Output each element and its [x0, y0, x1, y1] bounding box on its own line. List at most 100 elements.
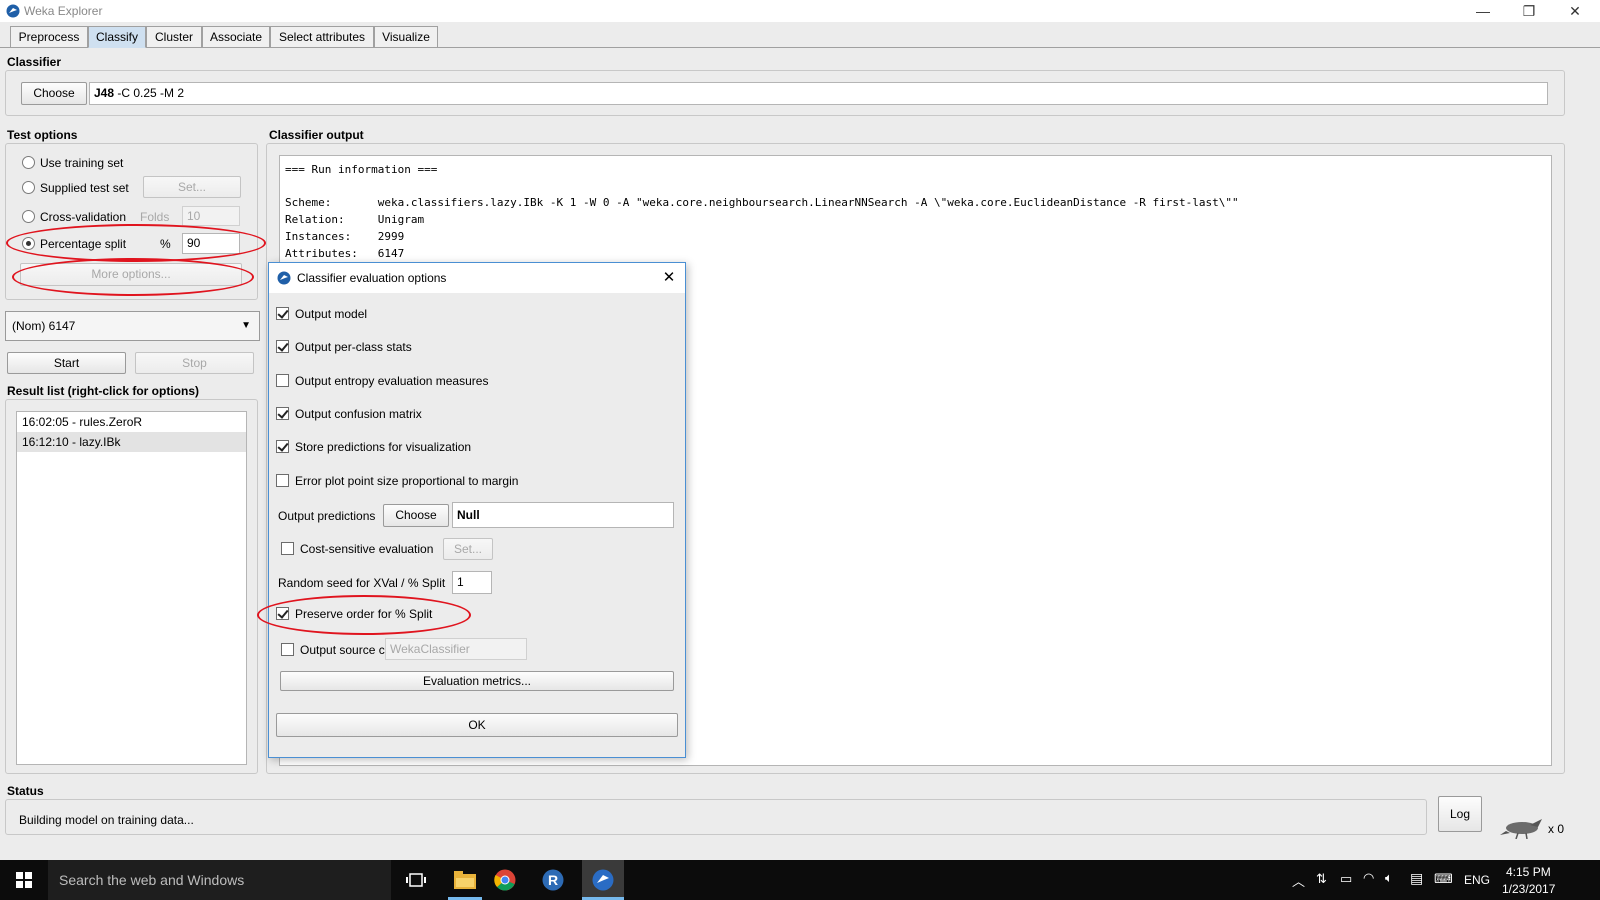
preserve-order-checkbox[interactable]	[276, 607, 289, 620]
weka-taskbar-icon[interactable]	[592, 869, 614, 891]
output-predictions-label: Output predictions	[278, 509, 376, 523]
percent-sign: %	[160, 237, 171, 251]
output-source-code-field[interactable]: WekaClassifier	[385, 638, 527, 660]
supplied-set-button[interactable]: Set...	[143, 176, 241, 198]
percentage-input[interactable]: 90	[182, 233, 240, 254]
start-button[interactable]: Start	[7, 352, 126, 374]
store-predictions-checkbox[interactable]	[276, 440, 289, 453]
use-training-set-radio[interactable]	[22, 156, 35, 169]
status-title: Status	[7, 784, 44, 798]
output-model-label: Output model	[295, 307, 368, 321]
status-bar: Building model on training data...	[5, 799, 1427, 835]
r-app-icon[interactable]: R	[542, 869, 564, 891]
restore-button[interactable]: ❐	[1514, 2, 1544, 20]
output-model-checkbox[interactable]	[276, 307, 289, 320]
output-source-code-checkbox[interactable]	[281, 643, 294, 656]
task-view-icon[interactable]	[406, 872, 426, 888]
output-predictions-choose-button[interactable]: Choose	[383, 504, 449, 527]
tab-visualize[interactable]: Visualize	[374, 26, 438, 48]
battery-icon[interactable]: ▭	[1340, 871, 1352, 887]
tab-associate[interactable]: Associate	[202, 26, 270, 48]
tab-cluster[interactable]: Cluster	[146, 26, 202, 48]
weka-icon	[6, 4, 20, 18]
dialog-close-icon[interactable]: ✕	[659, 268, 679, 288]
cross-validation-label: Cross-validation	[40, 210, 127, 224]
task-count: x 0	[1548, 822, 1565, 836]
store-predictions-label: Store predictions for visualization	[295, 440, 472, 454]
tab-bar: Preprocess Classify Cluster Associate Se…	[8, 26, 448, 48]
chevron-down-icon: ▼	[241, 320, 251, 331]
weka-bird-icon	[1500, 819, 1542, 839]
log-button[interactable]: Log	[1438, 796, 1482, 832]
classifier-output-title: Classifier output	[269, 128, 364, 142]
taskbar: Search the web and Windows R ︿ ⇅ ▭ ◠ 🔈︎ …	[0, 860, 1600, 900]
classifier-config-field[interactable]: J48 -C 0.25 -M 2	[89, 82, 1548, 105]
error-plot-label: Error plot point size proportional to ma…	[295, 474, 519, 488]
evaluation-metrics-button[interactable]: Evaluation metrics...	[280, 671, 674, 691]
cost-sensitive-checkbox[interactable]	[281, 542, 294, 555]
output-predictions-field[interactable]: Null	[452, 502, 674, 528]
output-entropy-checkbox[interactable]	[276, 374, 289, 387]
class-attribute-select[interactable]: (Nom) 6147 ▼	[5, 311, 260, 341]
result-list-title: Result list (right-click for options)	[7, 384, 200, 398]
cost-sensitive-label: Cost-sensitive evaluation	[300, 542, 434, 556]
language-indicator[interactable]: ENG	[1464, 873, 1490, 887]
output-per-class-stats-checkbox[interactable]	[276, 340, 289, 353]
weka-icon	[277, 271, 291, 285]
clock-date[interactable]: 1/23/2017	[1502, 882, 1555, 896]
stop-button[interactable]: Stop	[135, 352, 254, 374]
taskbar-search-placeholder: Search the web and Windows	[59, 872, 245, 888]
wifi-icon[interactable]: ◠	[1363, 870, 1374, 886]
windows-start-icon[interactable]	[16, 872, 32, 888]
percentage-split-label: Percentage split	[40, 237, 127, 251]
tab-select-attributes[interactable]: Select attributes	[270, 26, 374, 48]
output-confusion-matrix-checkbox[interactable]	[276, 407, 289, 420]
classifier-name: J48	[94, 86, 115, 100]
svg-text:R: R	[548, 872, 558, 888]
chrome-icon[interactable]	[494, 869, 516, 891]
network-share-icon[interactable]: ⇅	[1316, 871, 1327, 887]
classifier-section-title: Classifier	[7, 55, 62, 69]
tab-preprocess[interactable]: Preprocess	[10, 26, 88, 48]
folds-input[interactable]: 10	[182, 206, 240, 226]
output-line: Scheme: weka.classifiers.lazy.IBk -K 1 -…	[285, 196, 1239, 209]
list-item[interactable]: 16:12:10 - lazy.IBk	[17, 432, 246, 452]
output-line: Relation: Unigram	[285, 213, 425, 226]
volume-icon[interactable]: 🔈︎	[1385, 870, 1393, 886]
tray-chevron-up-icon[interactable]: ︿	[1292, 871, 1305, 890]
random-seed-input[interactable]: 1	[452, 571, 492, 594]
keyboard-icon[interactable]: ⌨	[1434, 871, 1453, 887]
supplied-test-set-radio[interactable]	[22, 181, 35, 194]
use-training-set-label: Use training set	[40, 156, 124, 170]
cross-validation-radio[interactable]	[22, 210, 35, 223]
percentage-split-radio[interactable]	[22, 237, 35, 250]
folds-label: Folds	[140, 210, 170, 224]
classifier-args: -C 0.25 -M 2	[117, 86, 185, 100]
class-attribute-value: (Nom) 6147	[12, 319, 76, 333]
cost-sensitive-set-button[interactable]: Set...	[443, 538, 493, 560]
output-entropy-label: Output entropy evaluation measures	[295, 374, 489, 388]
test-options-title: Test options	[7, 128, 78, 142]
dialog-title: Classifier evaluation options	[297, 271, 447, 285]
minimize-button[interactable]: —	[1468, 2, 1498, 20]
random-seed-label: Random seed for XVal / % Split	[278, 576, 446, 590]
evaluation-options-dialog: Classifier evaluation options ✕ Output m…	[257, 262, 686, 758]
dialog-title-bar: Classifier evaluation options ✕	[269, 263, 685, 293]
window-title: Weka Explorer	[24, 4, 103, 18]
file-explorer-icon[interactable]	[454, 871, 476, 889]
output-per-class-stats-label: Output per-class stats	[295, 340, 412, 354]
preserve-order-label: Preserve order for % Split	[295, 607, 433, 621]
result-list[interactable]: 16:02:05 - rules.ZeroR 16:12:10 - lazy.I…	[16, 411, 247, 765]
notifications-icon[interactable]: ▤	[1410, 870, 1423, 887]
clock-time[interactable]: 4:15 PM	[1506, 865, 1551, 879]
dialog-ok-button[interactable]: OK	[276, 713, 678, 737]
error-plot-checkbox[interactable]	[276, 474, 289, 487]
more-options-button[interactable]: More options...	[20, 263, 242, 286]
taskbar-search-box[interactable]: Search the web and Windows	[48, 860, 391, 900]
close-button[interactable]: ✕	[1560, 2, 1590, 20]
list-item[interactable]: 16:02:05 - rules.ZeroR	[17, 412, 246, 432]
classifier-choose-button[interactable]: Choose	[21, 82, 87, 105]
output-confusion-matrix-label: Output confusion matrix	[295, 407, 422, 421]
tab-classify[interactable]: Classify	[88, 26, 146, 48]
